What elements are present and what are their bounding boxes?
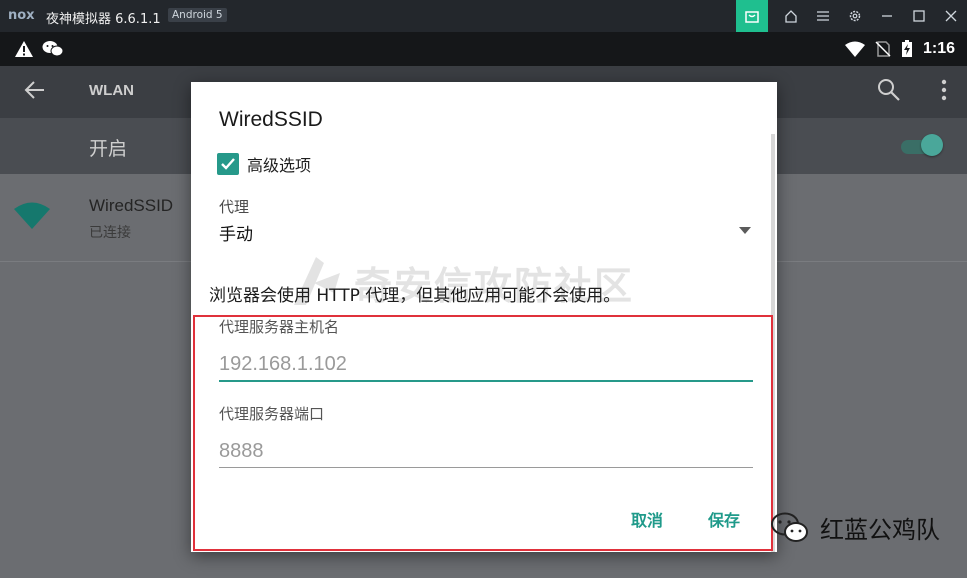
maximize-button[interactable]: [903, 0, 935, 32]
checkmark-icon: [221, 158, 235, 170]
minimize-icon: [882, 15, 892, 17]
menu-button[interactable]: [807, 0, 839, 32]
gear-icon: [849, 10, 861, 22]
warning-icon: [15, 41, 33, 57]
advanced-options-checkbox[interactable]: [217, 153, 239, 175]
proxy-select[interactable]: 手动: [219, 220, 253, 245]
settings-button[interactable]: [839, 0, 871, 32]
store-icon: [745, 11, 759, 23]
wechat-account-tag: 红蓝公鸡队: [770, 510, 940, 545]
chevron-down-icon[interactable]: [739, 227, 751, 234]
status-time: 1:16: [922, 40, 955, 57]
page-title: WLAN: [89, 82, 134, 99]
app-title: 夜神模拟器 6.6.1.1: [46, 12, 161, 27]
back-arrow-icon[interactable]: [24, 80, 46, 100]
menu-icon: [817, 11, 829, 21]
no-sim-icon: [875, 41, 891, 57]
proxy-note: 浏览器会使用 HTTP 代理，但其他应用可能不会使用。: [209, 286, 621, 306]
advanced-options-row[interactable]: 高级选项: [217, 152, 311, 176]
dialog-title: WiredSSID: [219, 108, 323, 131]
maximize-icon: [913, 10, 925, 22]
wifi-network-icon: [14, 202, 50, 229]
android-version-badge: Android 5: [168, 8, 227, 22]
wifi-signal-icon: [844, 41, 865, 57]
android-status-bar: 1:16: [0, 32, 967, 66]
proxy-label: 代理: [219, 198, 250, 216]
battery-charging-icon: [901, 40, 912, 57]
network-name: WiredSSID: [89, 196, 174, 215]
home-button[interactable]: [775, 0, 807, 32]
wechat-account-name: 红蓝公鸡队: [820, 516, 940, 544]
search-icon[interactable]: [877, 78, 901, 102]
network-status: 已连接: [89, 225, 131, 241]
advanced-options-label: 高级选项: [247, 156, 312, 175]
close-button[interactable]: [935, 0, 967, 32]
minimize-button[interactable]: [871, 0, 903, 32]
close-icon: [945, 10, 957, 22]
store-button[interactable]: [736, 0, 768, 32]
nox-logo: nox: [8, 8, 35, 23]
wlan-toggle-thumb[interactable]: [921, 134, 943, 156]
emulator-titlebar: nox 夜神模拟器 6.6.1.1 Android 5: [0, 0, 967, 32]
highlight-box: [193, 315, 773, 551]
home-icon: [785, 10, 797, 23]
wechat-icon: [42, 41, 64, 57]
wechat-logo-icon: [771, 512, 808, 542]
more-options-icon[interactable]: [941, 79, 947, 101]
switch-label: 开启: [89, 138, 128, 160]
